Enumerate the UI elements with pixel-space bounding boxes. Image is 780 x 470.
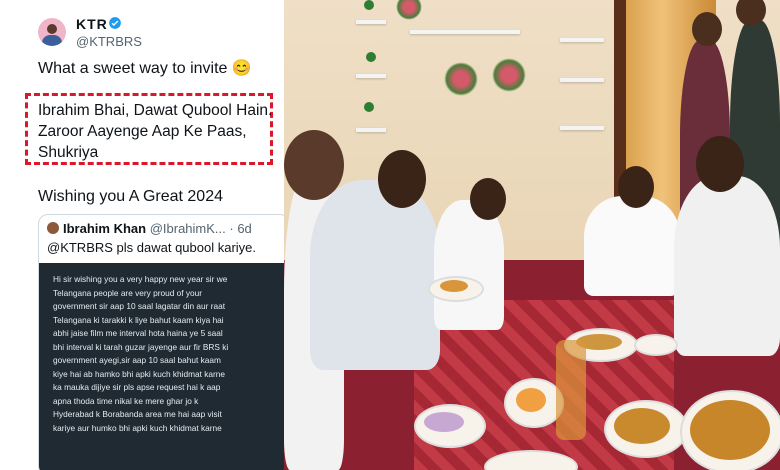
- wish-text: Wishing you A Great 2024: [38, 188, 223, 205]
- seated-person-ktr: [310, 180, 440, 370]
- quoted-tweet-image[interactable]: Hi sir wishing you a very happy new year…: [39, 263, 284, 470]
- quoted-time: · 6d: [229, 221, 252, 236]
- wall-shelf: [356, 20, 386, 24]
- quoted-tweet-header: Ibrahim Khan @IbrahimK... · 6d: [47, 221, 252, 236]
- person-head: [692, 12, 722, 46]
- person-head: [696, 136, 744, 192]
- wall-flower-decor: [492, 58, 526, 92]
- person-head: [378, 150, 426, 208]
- food: [440, 280, 468, 292]
- avatar[interactable]: [38, 18, 66, 46]
- image-message-text: Hi sir wishing you a very happy new year…: [53, 274, 229, 433]
- wall-flower-decor: [444, 62, 478, 96]
- tweet-header: KTR @KTRBRS: [38, 14, 278, 54]
- food: [614, 408, 670, 444]
- verified-badge-icon: [109, 17, 121, 29]
- tweet-text: What a sweet way to invite 😊: [38, 60, 252, 77]
- plant-pot: [364, 102, 374, 112]
- food: [424, 412, 464, 432]
- author-name[interactable]: KTR: [76, 16, 108, 32]
- seated-person: [584, 196, 680, 296]
- tweet-screenshot: KTR @KTRBRS What a sweet way to invite 😊…: [0, 0, 284, 470]
- quoted-author-handle: @IbrahimK...: [149, 221, 226, 236]
- plant-pot: [364, 0, 374, 10]
- quoted-tweet-card[interactable]: Ibrahim Khan @IbrahimK... · 6d @KTRBRS p…: [38, 214, 284, 470]
- juice-glass: [556, 340, 586, 440]
- wall-shelf: [410, 30, 520, 34]
- dinner-photo: [284, 0, 780, 470]
- seated-person: [434, 200, 504, 330]
- quoted-avatar: [47, 222, 59, 234]
- person-head: [618, 166, 654, 208]
- seated-person: [674, 176, 780, 356]
- food: [690, 400, 770, 460]
- wall-shelf: [560, 126, 604, 130]
- quoted-tweet-text: @KTRBRS pls dawat qubool kariye.: [47, 240, 257, 255]
- wall-shelf: [356, 128, 386, 132]
- food-plate: [634, 334, 678, 356]
- author-handle[interactable]: @KTRBRS: [76, 34, 142, 49]
- food: [516, 388, 546, 412]
- highlighted-quote: Ibrahim Bhai, Dawat Qubool Hain. Zaroor …: [38, 102, 273, 161]
- plant-pot: [366, 52, 376, 62]
- wall-shelf: [560, 38, 604, 42]
- quoted-author-name: Ibrahim Khan: [63, 221, 147, 236]
- person-head: [470, 178, 506, 220]
- wall-shelf: [356, 74, 386, 78]
- wall-shelf: [560, 78, 604, 82]
